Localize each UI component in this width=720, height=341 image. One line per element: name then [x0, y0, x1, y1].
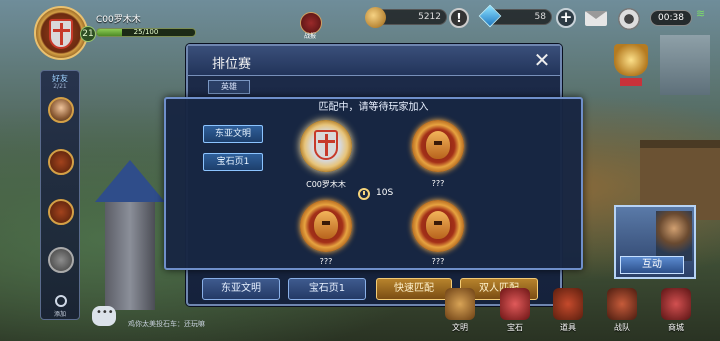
dock-team[interactable]: 战队	[602, 322, 642, 333]
coin-icon	[365, 7, 386, 28]
player-slot-name: ???	[319, 257, 333, 266]
friend-avatar[interactable]	[48, 247, 74, 273]
empty-slot	[412, 200, 464, 252]
search-label: 添加	[53, 311, 66, 318]
matching-status: 匹配中，请等待玩家加入	[318, 102, 429, 113]
dock-civilization[interactable]: 文明	[440, 322, 480, 333]
chat-icon[interactable]	[92, 306, 116, 326]
banner	[660, 35, 710, 95]
gem-page-button[interactable]: 宝石页1	[203, 153, 263, 171]
gear-icon[interactable]	[618, 8, 640, 30]
clock: 00:38	[650, 10, 692, 26]
player-slot-name: ???	[431, 257, 445, 266]
helmet-icon	[426, 131, 450, 159]
gem-page-button[interactable]: 宝石页1	[288, 278, 366, 300]
battle-report-label: 战报	[304, 33, 317, 40]
castle-tower	[95, 160, 165, 310]
shield-icon	[49, 19, 73, 49]
chest-icon[interactable]	[553, 288, 583, 320]
top-bar: 21 C00罗木木 25/100 战报 5212 ! 58 + 00:38 ≋	[0, 0, 720, 60]
trophy-badge	[620, 78, 642, 86]
interact-button[interactable]: 互动	[620, 256, 684, 274]
empty-slot	[300, 200, 352, 252]
player-slot-name: C00罗木木	[306, 180, 346, 189]
civilization-icon[interactable]	[445, 288, 475, 320]
clock-icon	[358, 188, 370, 200]
team-icon[interactable]	[607, 288, 637, 320]
empty-slot	[412, 120, 464, 172]
hero-portrait	[656, 211, 692, 261]
match-timer: 10S	[376, 188, 394, 198]
dock-shop[interactable]: 商城	[656, 322, 696, 333]
friend-avatar[interactable]	[48, 97, 74, 123]
ranked-title: 排位赛	[212, 57, 252, 72]
close-icon[interactable]: ✕	[532, 50, 552, 71]
trophy-icon[interactable]	[614, 44, 648, 76]
friends-sidebar: 好友 2/21 添加	[40, 70, 80, 320]
player-slot-name: ???	[431, 179, 445, 188]
level-badge: 21	[80, 26, 96, 42]
chat-message[interactable]: 鸡你太美投石车：还玩嘛	[128, 319, 205, 329]
add-currency-icon[interactable]: +	[556, 8, 576, 28]
search-icon[interactable]	[55, 295, 67, 307]
friend-avatar[interactable]	[48, 199, 74, 225]
helmet-icon	[426, 211, 450, 239]
exp-bar: 25/100	[96, 28, 196, 37]
tab-hero[interactable]: 英雄	[208, 80, 250, 94]
friend-avatar[interactable]	[48, 149, 74, 175]
shield-icon	[314, 130, 338, 160]
matching-popup: 匹配中，请等待玩家加入 东亚文明 宝石页1 C00罗木木 ??? ??? ???…	[164, 97, 583, 270]
gem-icon[interactable]	[500, 288, 530, 320]
player-name: C00罗木木	[96, 15, 141, 25]
alert-icon[interactable]: !	[449, 8, 469, 28]
dock-gems[interactable]: 宝石	[495, 322, 535, 333]
civilization-button[interactable]: 东亚文明	[202, 278, 280, 300]
exp-text: 25/100	[133, 28, 159, 36]
shop-icon[interactable]	[661, 288, 691, 320]
civilization-button[interactable]: 东亚文明	[203, 125, 263, 143]
friends-count: 2/21	[53, 83, 67, 90]
dock-items[interactable]: 道具	[548, 322, 588, 333]
quick-match-button[interactable]: 快速匹配	[376, 278, 452, 300]
wifi-icon: ≋	[696, 7, 706, 20]
player-slot	[300, 120, 352, 172]
mail-icon[interactable]	[585, 11, 607, 26]
helmet-icon	[314, 211, 338, 239]
ranked-title-bar: 排位赛 ✕	[188, 46, 560, 76]
